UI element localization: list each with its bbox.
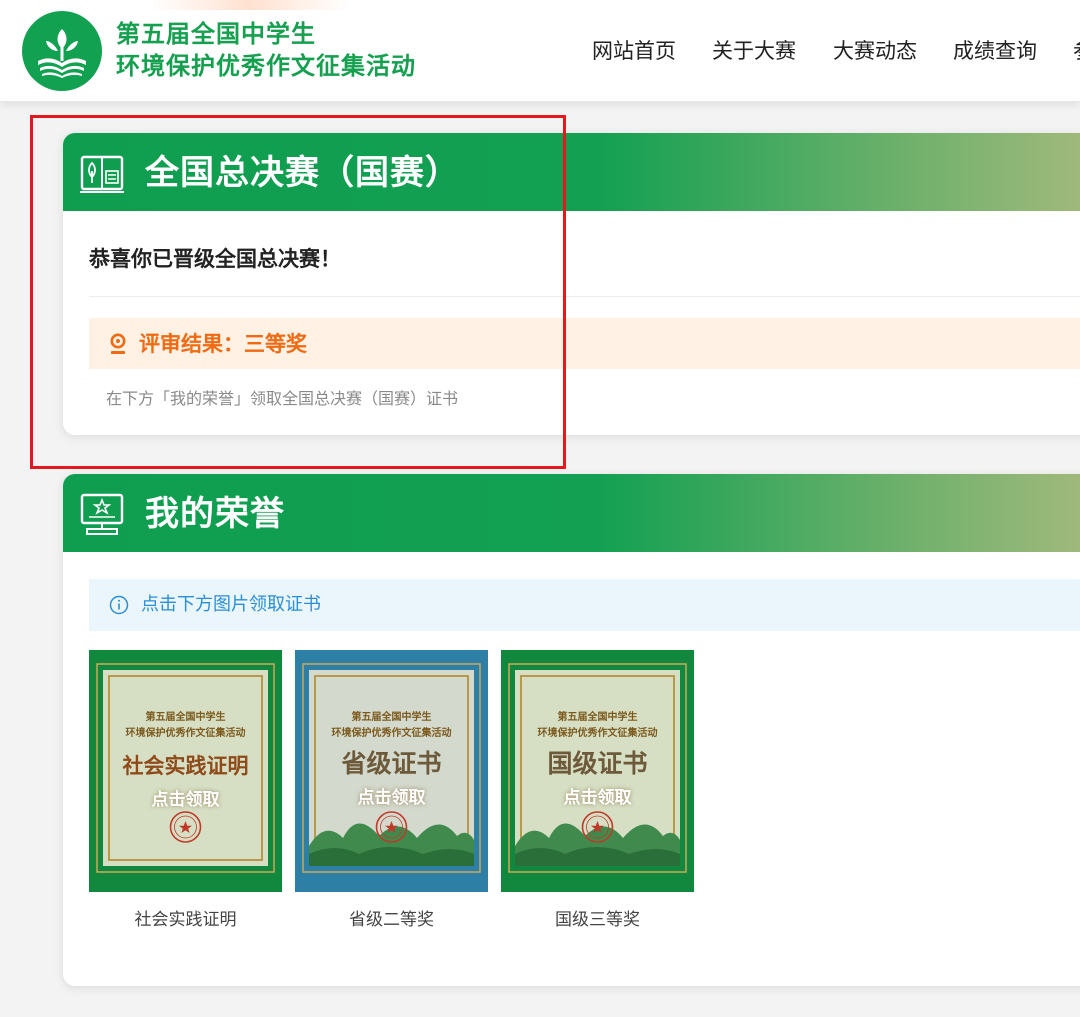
site-title[interactable]: 第五届全国中学生 环境保护优秀作文征集活动 <box>116 18 416 82</box>
cert-org-line2: 环境保护优秀作文征集活动 <box>125 728 246 739</box>
nav-item-about[interactable]: 关于大赛 <box>712 36 796 66</box>
honor-card-header: 我的荣誉 <box>63 474 1080 552</box>
cert-claim-label: 点击领取 <box>151 790 220 810</box>
logo-sprout-book-icon <box>38 29 86 78</box>
nav-item-score-query[interactable]: 成绩查询 <box>953 36 1037 66</box>
cert-caption-national: 国级三等奖 <box>555 910 640 930</box>
final-card-header: 全国总决赛（国赛） <box>63 133 1080 211</box>
info-text: 点击下方图片领取证书 <box>141 594 321 615</box>
cert-title: 省级证书 <box>341 749 442 778</box>
header-decoration <box>150 0 350 10</box>
cert-claim-label: 点击领取 <box>357 788 426 808</box>
book-leaf-icon <box>80 155 124 193</box>
cert-org-line2: 环境保护优秀作文征集活动 <box>331 728 452 739</box>
site-header: 第五届全国中学生 环境保护优秀作文征集活动 网站首页 关于大赛 大赛动态 成绩查… <box>0 0 1080 102</box>
site-title-line2: 环境保护优秀作文征集活动 <box>116 51 416 80</box>
certificate-provincial[interactable]: 第五届全国中学生 环境保护优秀作文征集活动 省级证书 点击领取 <box>295 650 488 892</box>
nav-item-more[interactable]: 参 <box>1073 36 1080 66</box>
location-pin-icon <box>110 333 126 354</box>
cert-org-line2: 环境保护优秀作文征集活动 <box>537 728 658 739</box>
certificate-monitor-icon <box>80 493 124 535</box>
my-honors-card: 我的荣誉 点击下方图片领取证书 第五届全国中学生 环境保护优秀作文征集活动 社会… <box>63 474 1080 986</box>
nav-item-home[interactable]: 网站首页 <box>592 36 676 66</box>
certificate-national[interactable]: 第五届全国中学生 环境保护优秀作文征集活动 国级证书 点击领取 <box>501 650 694 892</box>
cert-org-line1: 第五届全国中学生 <box>557 712 638 723</box>
site-title-line1: 第五届全国中学生 <box>116 19 316 48</box>
result-banner: 评审结果：三等奖 <box>89 318 1080 369</box>
divider <box>89 296 1080 297</box>
cert-title: 国级证书 <box>547 749 648 778</box>
certificate-social-practice[interactable]: 第五届全国中学生 环境保护优秀作文征集活动 社会实践证明 点击领取 <box>89 650 282 892</box>
cert-claim-label: 点击领取 <box>563 788 632 808</box>
cert-org-line1: 第五届全国中学生 <box>351 712 432 723</box>
result-text: 评审结果：三等奖 <box>139 332 307 356</box>
cert-caption-provincial: 省级二等奖 <box>349 910 434 930</box>
cert-org-line1: 第五届全国中学生 <box>145 712 226 723</box>
info-banner: 点击下方图片领取证书 <box>89 579 1080 631</box>
cert-title: 社会实践证明 <box>122 753 249 778</box>
info-icon <box>109 595 129 615</box>
final-card-title: 全国总决赛（国赛） <box>145 153 460 193</box>
honor-card-title: 我的荣誉 <box>145 494 285 534</box>
nav-item-news[interactable]: 大赛动态 <box>833 36 917 66</box>
claim-hint: 在下方「我的荣誉」领取全国总决赛（国赛）证书 <box>106 389 459 408</box>
cert-caption-social-practice: 社会实践证明 <box>134 910 237 930</box>
site-logo[interactable] <box>22 11 102 91</box>
final-result-card: 全国总决赛（国赛） 恭喜你已晋级全国总决赛！ 评审结果：三等奖 在下方「我的荣誉… <box>63 133 1080 435</box>
congrats-message: 恭喜你已晋级全国总决赛！ <box>89 247 341 271</box>
